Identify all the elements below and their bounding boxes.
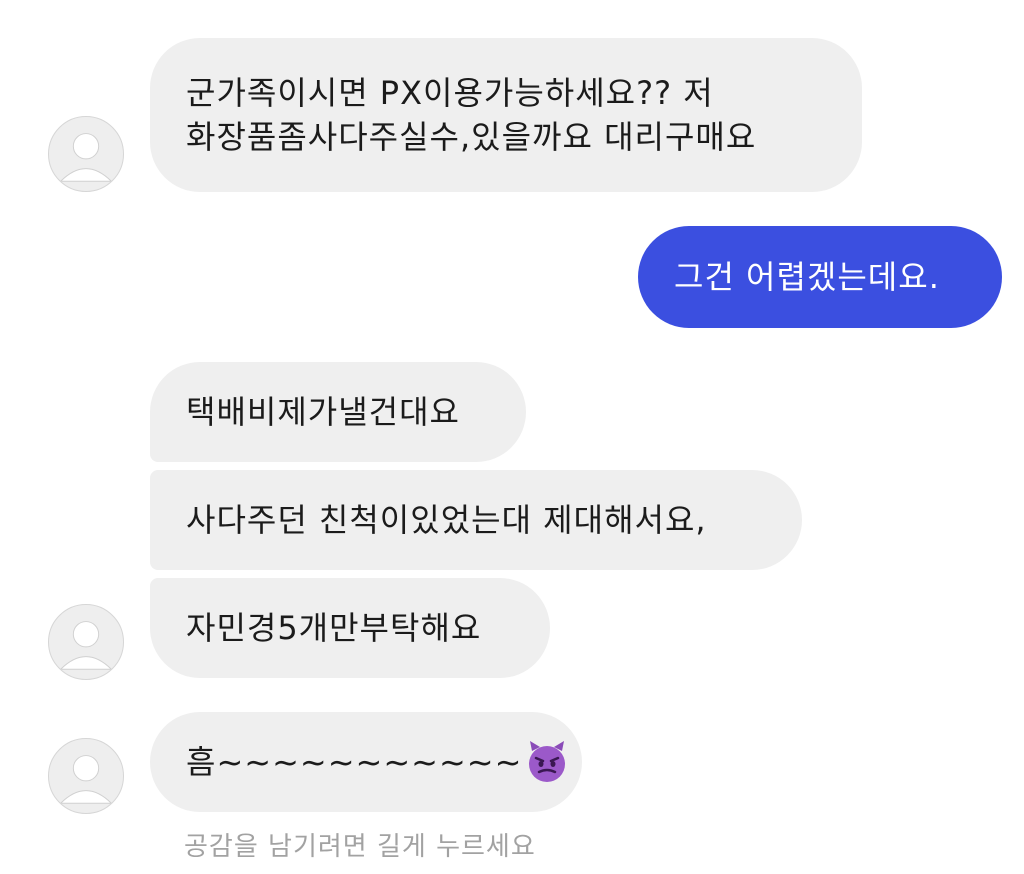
smiling-devil-emoji: [524, 739, 570, 785]
incoming-message-bubble[interactable]: 군가족이시면 PX이용가능하세요?? 저 화장품좀사다주실수,있을까요 대리구매…: [150, 38, 862, 192]
sender-avatar[interactable]: [48, 738, 124, 814]
message-text: 흠~~~~~~~~~~~: [186, 743, 523, 781]
message-text: 자민경5개만부탁해요: [186, 609, 482, 647]
reaction-hint-text: 공감을 남기려면 길게 누르세요: [184, 832, 536, 862]
default-profile-icon: [59, 755, 113, 804]
outgoing-message-bubble[interactable]: 그건 어렵겠는데요.: [638, 226, 1002, 328]
sender-avatar[interactable]: [48, 116, 124, 192]
message-text-line-1: 군가족이시면 PX이용가능하세요?? 저: [186, 74, 714, 112]
incoming-message-bubble[interactable]: 흠~~~~~~~~~~~: [150, 712, 582, 812]
incoming-message-bubble[interactable]: 택배비제가낼건대요: [150, 362, 526, 462]
message-text: 택배비제가낼건대요: [186, 393, 460, 431]
message-text: 사다주던 친척이있었는대 제대해서요,: [186, 501, 707, 539]
message-text: 그건 어렵겠는데요.: [674, 258, 940, 296]
incoming-message-bubble[interactable]: 사다주던 친척이있었는대 제대해서요,: [150, 470, 802, 570]
default-profile-icon: [59, 133, 113, 182]
default-profile-icon: [59, 621, 113, 670]
incoming-message-bubble[interactable]: 자민경5개만부탁해요: [150, 578, 550, 678]
message-text-line-2: 화장품좀사다주실수,있을까요 대리구매요: [186, 118, 757, 156]
sender-avatar[interactable]: [48, 604, 124, 680]
